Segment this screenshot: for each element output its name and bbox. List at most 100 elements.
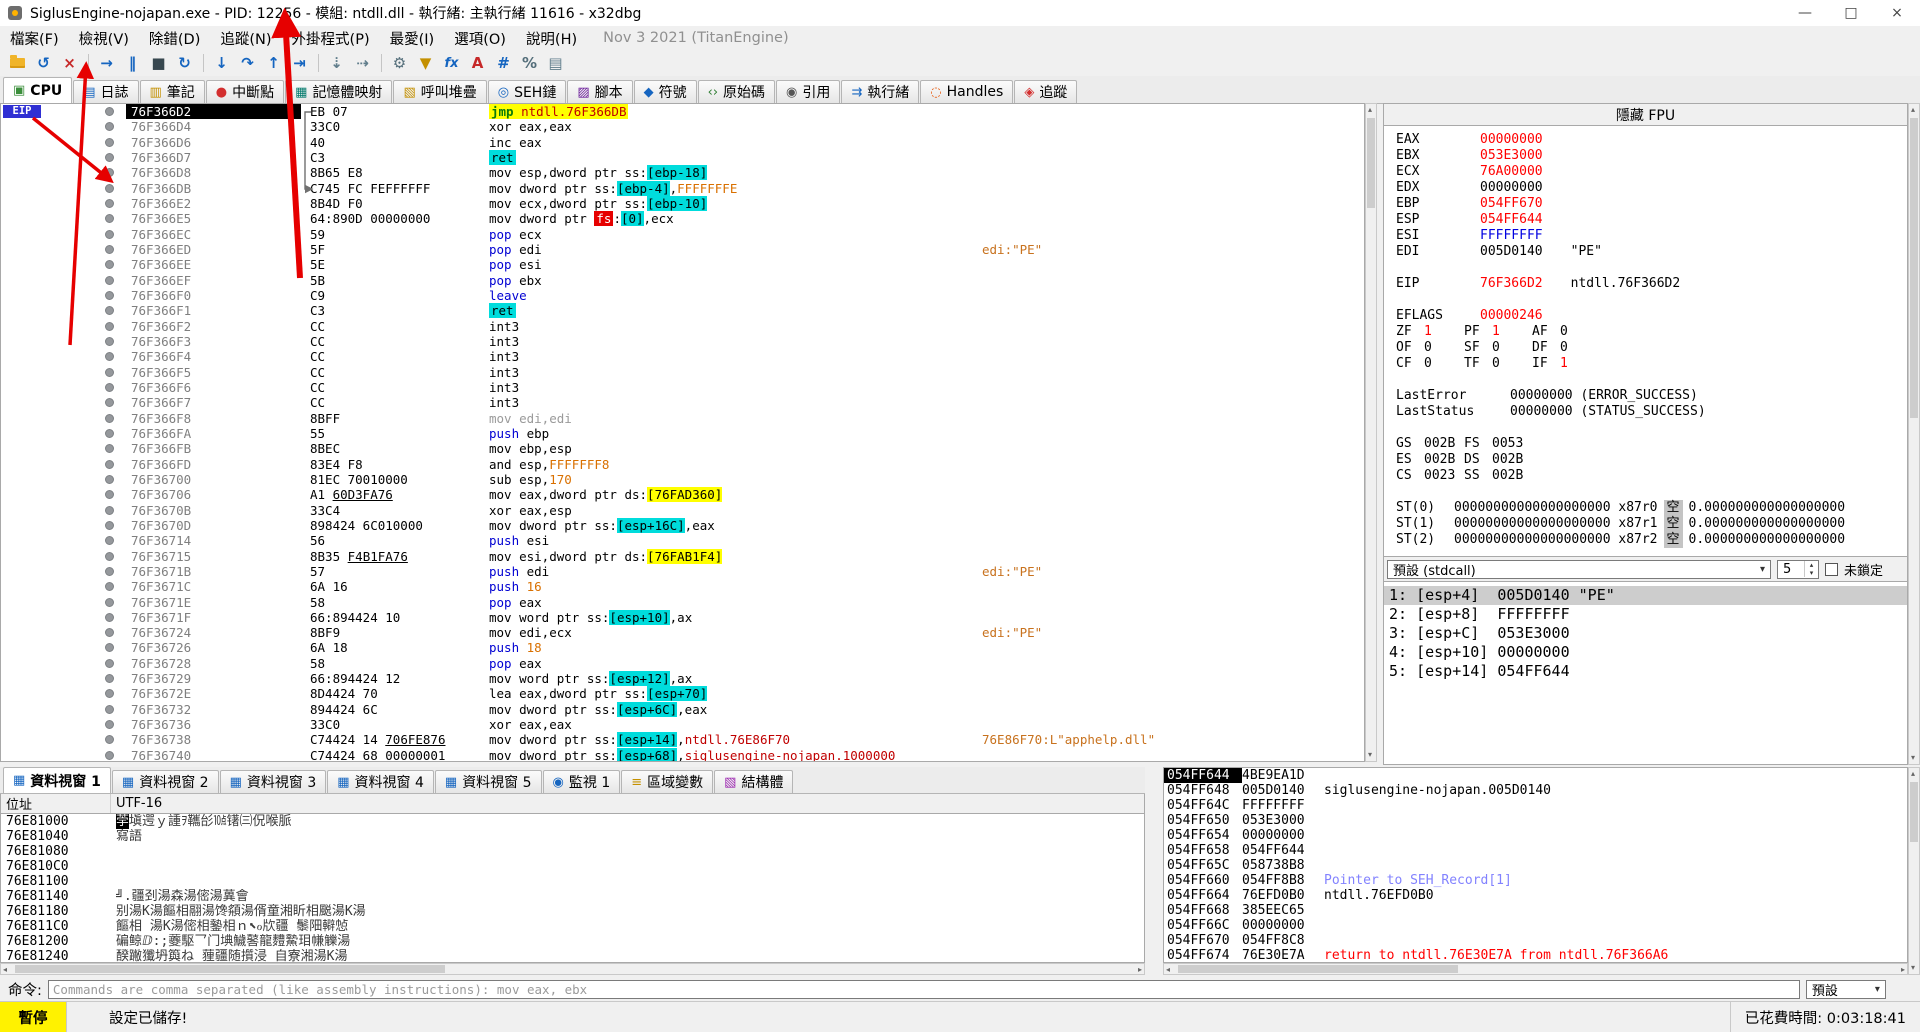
breakpoint-dot[interactable] xyxy=(105,613,114,622)
dump-address[interactable]: 76E81080 xyxy=(1,844,116,859)
flag-value[interactable]: 0 xyxy=(1560,324,1600,340)
dump-address[interactable]: 76E81000 xyxy=(1,814,116,829)
stop-icon[interactable]: ■ xyxy=(146,52,171,75)
disasm-instruction[interactable]: push esi xyxy=(486,533,978,548)
disasm-address[interactable]: 76F366F5 xyxy=(126,365,301,380)
stack-value[interactable]: 054FF644 xyxy=(1242,843,1324,858)
register-row-ESI[interactable]: ESIFFFFFFFF xyxy=(1396,228,1907,244)
disasm-instruction[interactable]: mov dword ptr ss:[esp+16C],eax xyxy=(486,518,978,533)
stack-row[interactable]: 054FF65400000000 xyxy=(1164,828,1907,843)
disasm-address[interactable]: 76F366F3 xyxy=(126,334,301,349)
dump-tab-4[interactable]: ▦資料視窗 4 xyxy=(327,770,434,793)
close-button[interactable]: × xyxy=(1874,0,1920,26)
disasm-bytes[interactable]: 64:890D 00000000 xyxy=(301,211,486,226)
breakpoint-dot[interactable] xyxy=(105,291,114,300)
tab-handles[interactable]: ◌Handles xyxy=(920,80,1013,103)
disasm-bytes[interactable]: 33C0 xyxy=(301,717,486,732)
disasm-bytes[interactable]: 8D4424 70 xyxy=(301,686,486,701)
calling-convention-dropdown[interactable]: 預設 (stdcall) ▾ xyxy=(1387,560,1771,579)
menu-item[interactable]: 除錯(D) xyxy=(139,26,210,50)
stack-row[interactable]: 054FF650053E3000 xyxy=(1164,813,1907,828)
argument-count-spinner[interactable]: 5 ▴▾ xyxy=(1777,560,1819,579)
register-row-EAX[interactable]: EAX00000000 xyxy=(1396,132,1907,148)
disasm-row[interactable]: 76F366F0C9leave xyxy=(1,288,1364,303)
disasm-row[interactable]: 76F366F5CCint3 xyxy=(1,365,1364,380)
stack-value[interactable]: 054FF8C8 xyxy=(1242,933,1324,948)
register-value[interactable]: 76F366D2 xyxy=(1480,276,1543,292)
dump-address[interactable]: 76E811C0 xyxy=(1,919,116,934)
breakpoint-dot[interactable] xyxy=(105,751,114,760)
disasm-row[interactable]: 76F3673633C0xor eax,eax xyxy=(1,717,1364,732)
dump-address[interactable]: 76E81140 xyxy=(1,889,116,904)
flag-value[interactable]: 0 xyxy=(1492,340,1532,356)
disasm-row[interactable]: 76F366D7C3ret xyxy=(1,150,1364,165)
dump-tab-1[interactable]: ▦資料視窗 1 xyxy=(3,767,111,793)
breakpoint-dot[interactable] xyxy=(105,414,114,423)
menu-item[interactable]: 檢視(V) xyxy=(69,26,139,50)
disasm-row[interactable]: 76F366F2CCint3 xyxy=(1,319,1364,334)
breakpoint-dot[interactable] xyxy=(105,368,114,377)
stack-address[interactable]: 054FF66C xyxy=(1164,918,1242,933)
disasm-instruction[interactable]: int3 xyxy=(486,319,978,334)
disasm-row[interactable]: 76F366D433C0xor eax,eax xyxy=(1,119,1364,134)
pause-icon[interactable]: ‖ xyxy=(120,52,145,75)
flag-value[interactable]: 0053 xyxy=(1492,436,1532,452)
stack-address[interactable]: 054FF644 xyxy=(1164,768,1242,783)
tab-call-stack[interactable]: ▧呼叫堆疊 xyxy=(393,80,486,103)
disasm-row[interactable]: 76F36738C74424 14 706FE876mov dword ptr … xyxy=(1,732,1364,747)
tab-source[interactable]: ‹›原始碼 xyxy=(698,80,775,103)
tab-cpu[interactable]: ▣CPU xyxy=(3,77,72,103)
dump-address[interactable]: 76E81100 xyxy=(1,874,116,889)
breakpoint-dot[interactable] xyxy=(105,383,114,392)
disasm-instruction[interactable]: mov dword ptr ss:[esp+68],siglusengine-n… xyxy=(486,748,978,762)
register-row-EBX[interactable]: EBX053E3000 xyxy=(1396,148,1907,164)
register-row[interactable]: ST(2)00000000000000000000 x87r2空0.000000… xyxy=(1396,532,1907,548)
disasm-instruction[interactable]: ret xyxy=(486,150,978,165)
disasm-row[interactable]: 76F36740C74424 68 00000001mov dword ptr … xyxy=(1,748,1364,762)
arg-row[interactable]: 3: [esp+C] 053E3000 xyxy=(1384,624,1907,643)
dump-row[interactable]: 76E81040寫語 xyxy=(1,829,1144,844)
stack-address[interactable]: 054FF670 xyxy=(1164,933,1242,948)
disasm-bytes[interactable]: 59 xyxy=(301,227,486,242)
disasm-bytes[interactable]: CC xyxy=(301,319,486,334)
disasm-bytes[interactable]: 83E4 F8 xyxy=(301,457,486,472)
breakpoint-dot[interactable] xyxy=(105,107,114,116)
stack-address[interactable]: 054FF64C xyxy=(1164,798,1242,813)
register-row[interactable]: ST(1)00000000000000000000 x87r1空0.000000… xyxy=(1396,516,1907,532)
breakpoint-dot[interactable] xyxy=(105,674,114,683)
disasm-address[interactable]: 76F36714 xyxy=(126,533,301,548)
disasm-instruction[interactable]: mov ebp,esp xyxy=(486,441,978,456)
dump-row[interactable]: 76E811C0饇相 湯K湯㑻相䥍相ｎ⬉ℴ㸝疆 䰍䧃䡶㥈 xyxy=(1,919,1144,934)
disasm-bytes[interactable]: 6A 18 xyxy=(301,640,486,655)
disasm-instruction[interactable]: mov dword ptr ss:[esp+14],ntdll.76E86F70 xyxy=(486,732,978,747)
disasm-row[interactable]: 76F367158B35 F4B1FA76mov esi,dword ptr d… xyxy=(1,549,1364,564)
tab-references[interactable]: ◉引用 xyxy=(776,80,840,103)
stack-value[interactable]: 005D0140 xyxy=(1242,783,1324,798)
tab-symbols[interactable]: ◆符號 xyxy=(634,80,697,103)
disasm-instruction[interactable]: mov dword ptr fs:[0],ecx xyxy=(486,211,978,226)
disasm-instruction[interactable]: sub esp,170 xyxy=(486,472,978,487)
disasm-bytes[interactable]: C74424 68 00000001 xyxy=(301,748,486,762)
tab-breakpoints[interactable]: ●中斷點 xyxy=(206,80,284,103)
breakpoint-dot[interactable] xyxy=(105,306,114,315)
stack-value[interactable]: 385EEC65 xyxy=(1242,903,1324,918)
disasm-address[interactable]: 76F366D4 xyxy=(126,119,301,134)
register-row[interactable]: ST(0)00000000000000000000 x87r0空0.000000… xyxy=(1396,500,1907,516)
disasm-address[interactable]: 76F366FB xyxy=(126,441,301,456)
register-value[interactable]: 76A00000 xyxy=(1480,164,1543,180)
disasm-bytes[interactable]: 894424 6C xyxy=(301,702,486,717)
flag-value[interactable]: 0 xyxy=(1424,356,1464,372)
disasm-bytes[interactable]: C74424 14 706FE876 xyxy=(301,732,486,747)
register-value[interactable]: 054FF670 xyxy=(1480,196,1543,212)
breakpoint-dot[interactable] xyxy=(105,245,114,254)
disasm-bytes[interactable]: C3 xyxy=(301,303,486,318)
disasm-bytes[interactable]: C745 FC FEFFFFFF xyxy=(301,181,486,196)
breakpoint-dot[interactable] xyxy=(105,153,114,162)
disasm-address[interactable]: 76F366F1 xyxy=(126,303,301,318)
disasm-address[interactable]: 76F366F4 xyxy=(126,349,301,364)
hash-icon[interactable]: # xyxy=(491,52,516,75)
disasm-instruction[interactable]: mov esp,dword ptr ss:[ebp-18] xyxy=(486,165,978,180)
disasm-bytes[interactable]: 81EC 70010000 xyxy=(301,472,486,487)
disasm-address[interactable]: 76F3671E xyxy=(126,595,301,610)
disasm-address[interactable]: 76F3672E xyxy=(126,686,301,701)
